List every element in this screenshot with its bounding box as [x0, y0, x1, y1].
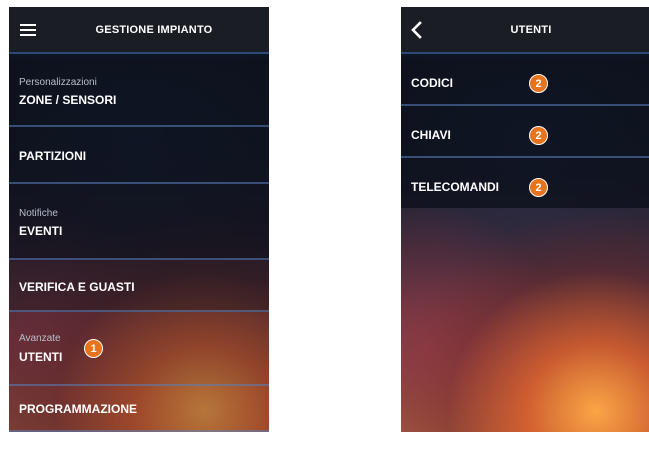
menu-item-label: CHIAVI	[411, 128, 451, 142]
menu-item-label: UTENTI	[19, 350, 63, 364]
step-badge: 1	[84, 339, 103, 358]
step-badge: 2	[529, 178, 548, 197]
menu-item-chiavi[interactable]: CHIAVI 2	[401, 106, 649, 158]
menu-item-label: EVENTI	[19, 224, 63, 238]
page-title: UTENTI	[510, 23, 552, 36]
top-bar: GESTIONE IMPIANTO	[9, 7, 269, 54]
menu-item-zone-sensori[interactable]: Personalizzazioni ZONE / SENSORI	[9, 54, 269, 127]
menu-item-programmazione[interactable]: PROGRAMMAZIONE	[9, 386, 269, 432]
menu-item-label: TELECOMANDI	[411, 180, 499, 194]
menu-item-eventi[interactable]: Notifiche EVENTI	[9, 184, 269, 260]
menu-item-partizioni[interactable]: PARTIZIONI	[9, 127, 269, 184]
menu-item-label: VERIFICA E GUASTI	[19, 280, 135, 294]
step-badge: 2	[529, 126, 548, 145]
screen-utenti: UTENTI CODICI 2 CHIAVI 2 TELECOMANDI 2	[401, 7, 649, 432]
menu-item-label: PROGRAMMAZIONE	[19, 402, 137, 416]
top-bar: UTENTI	[401, 7, 649, 54]
screen-gestione-impianto: GESTIONE IMPIANTO Personalizzazioni ZONE…	[9, 7, 269, 432]
menu-item-label: CODICI	[411, 76, 453, 90]
section-label: Personalizzazioni	[19, 77, 97, 88]
page-title: GESTIONE IMPIANTO	[95, 23, 213, 36]
section-label: Avanzate	[19, 333, 61, 344]
menu-item-telecomandi[interactable]: TELECOMANDI 2	[401, 158, 649, 208]
menu-item-utenti[interactable]: Avanzate UTENTI 1	[9, 312, 269, 386]
step-badge: 2	[529, 74, 548, 93]
hamburger-icon[interactable]	[20, 24, 36, 36]
menu-item-label: ZONE / SENSORI	[19, 93, 117, 107]
menu-item-verifica-guasti[interactable]: VERIFICA E GUASTI	[9, 260, 269, 312]
section-label: Notifiche	[19, 208, 58, 219]
menu-list: Personalizzazioni ZONE / SENSORI PARTIZI…	[9, 54, 269, 432]
menu-item-label: PARTIZIONI	[19, 149, 87, 163]
menu-item-codici[interactable]: CODICI 2	[401, 54, 649, 106]
menu-list: CODICI 2 CHIAVI 2 TELECOMANDI 2	[401, 54, 649, 208]
